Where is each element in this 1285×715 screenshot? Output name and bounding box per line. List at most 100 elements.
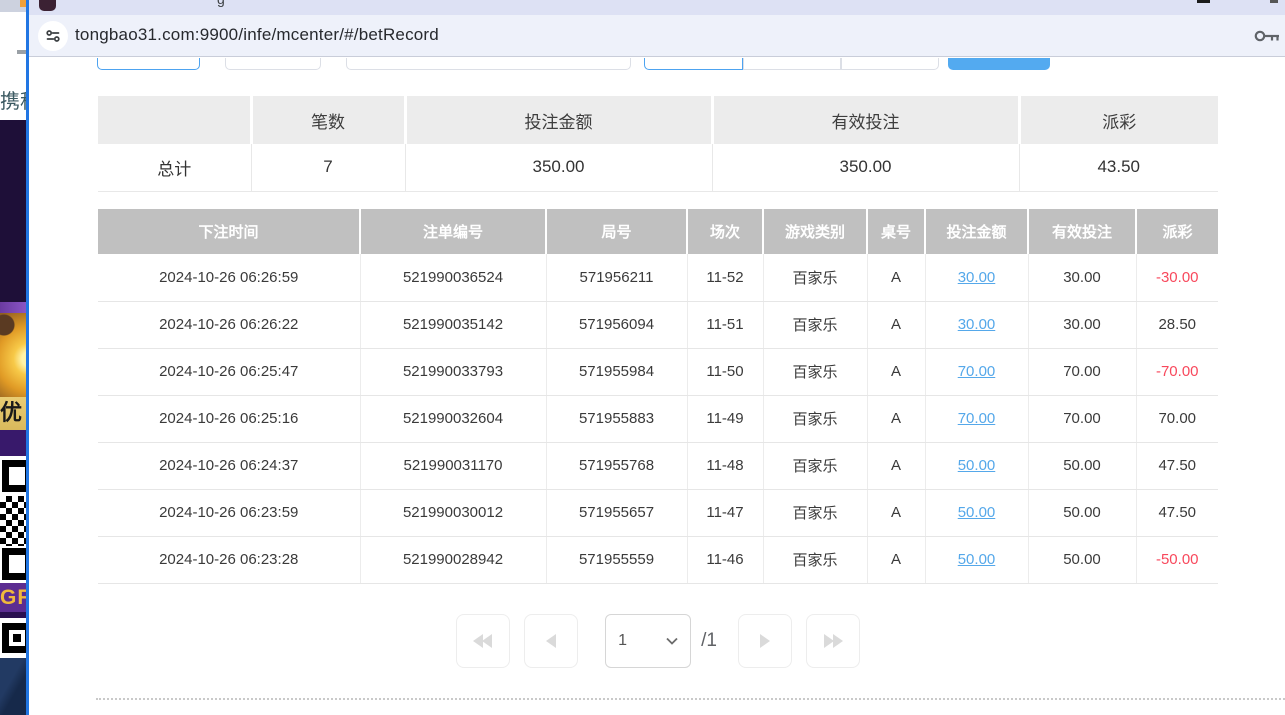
browser-tab-strip[interactable]: g [29, 0, 1285, 15]
page-select[interactable]: 1 [605, 614, 691, 668]
promo-banner: 优 [0, 397, 26, 430]
bet-amount-link[interactable]: 50.00 [958, 504, 996, 521]
summary-table: 笔数 投注金额 有效投注 派彩 总计 7 350.00 350.00 43.50 [98, 96, 1218, 192]
qr-code-image-2 [0, 618, 26, 658]
table-row: 2024-10-26 06:23:28521990028942571955559… [98, 536, 1218, 583]
cell-session: 11-48 [687, 442, 763, 489]
cell-bet-number: 521990030012 [360, 489, 546, 536]
cell-payout: 28.50 [1136, 301, 1218, 348]
last-page-button[interactable] [806, 614, 860, 668]
bg-purple-band [0, 302, 26, 313]
cell-bet-amount: 50.00 [925, 442, 1028, 489]
cell-payout: 47.50 [1136, 442, 1218, 489]
cell-round-number: 571955984 [546, 348, 687, 395]
cell-bet-amount: 50.00 [925, 489, 1028, 536]
bet-record-table: 下注时间 注单编号 局号 场次 游戏类别 桌号 投注金额 有效投注 派彩 202… [98, 209, 1218, 584]
segment-button[interactable] [743, 58, 841, 70]
header-game-type: 游戏类别 [763, 209, 867, 254]
screen: 携程 优 GF g [0, 0, 1285, 715]
cell-valid-bet: 50.00 [1028, 442, 1136, 489]
cell-bet-number: 521990031170 [360, 442, 546, 489]
first-page-button[interactable] [456, 614, 510, 668]
cell-payout: -70.00 [1136, 348, 1218, 395]
summary-bet-amount-value: 350.00 [405, 144, 712, 191]
table-row: 2024-10-26 06:25:47521990033793571955984… [98, 348, 1218, 395]
qr-finder-pattern [2, 460, 26, 492]
bet-amount-link[interactable]: 70.00 [958, 410, 996, 427]
summary-count-value: 7 [251, 144, 405, 191]
tune-icon [45, 28, 61, 44]
bet-table-body: 2024-10-26 06:26:59521990036524571956211… [98, 254, 1218, 583]
date-range-input[interactable] [346, 58, 631, 70]
page-content: 笔数 投注金额 有效投注 派彩 总计 7 350.00 350.00 43.50 [29, 58, 1285, 715]
promo-coin-image [0, 313, 26, 397]
bet-amount-link[interactable]: 50.00 [958, 457, 996, 474]
bet-amount-link[interactable]: 30.00 [958, 316, 996, 333]
cell-session: 11-47 [687, 489, 763, 536]
filter-button[interactable] [225, 58, 321, 70]
summary-header-count: 笔数 [251, 96, 405, 144]
cell-game-type: 百家乐 [763, 348, 867, 395]
table-row: 2024-10-26 06:26:22521990035142571956094… [98, 301, 1218, 348]
header-valid-bet: 有效投注 [1028, 209, 1136, 254]
cell-session: 11-49 [687, 395, 763, 442]
summary-header-payout: 派彩 [1019, 96, 1218, 144]
summary-header-valid-bet: 有效投注 [712, 96, 1019, 144]
bet-amount-link[interactable]: 30.00 [958, 269, 996, 286]
cell-bet-number: 521990033793 [360, 348, 546, 395]
key-icon[interactable] [1253, 25, 1281, 52]
cell-payout: -50.00 [1136, 536, 1218, 583]
cell-bet-amount: 30.00 [925, 301, 1028, 348]
summary-total-row: 总计 7 350.00 350.00 43.50 [98, 144, 1218, 191]
dotted-divider [96, 698, 1285, 700]
url-text[interactable]: tongbao31.com:9900/infe/mcenter/#/betRec… [75, 25, 439, 45]
bet-amount-link[interactable]: 50.00 [958, 551, 996, 568]
cell-payout: -30.00 [1136, 254, 1218, 301]
cell-bet-amount: 70.00 [925, 395, 1028, 442]
pagination: 1 /1 [98, 614, 1218, 668]
cell-game-type: 百家乐 [763, 395, 867, 442]
prev-page-button[interactable] [524, 614, 578, 668]
qr-finder-pattern [2, 548, 26, 580]
right-arrow-icon [754, 630, 776, 652]
segment-button[interactable] [841, 58, 939, 70]
cell-valid-bet: 70.00 [1028, 395, 1136, 442]
site-settings-icon[interactable] [38, 21, 68, 51]
cell-round-number: 571955883 [546, 395, 687, 442]
browser-address-bar[interactable]: tongbao31.com:9900/infe/mcenter/#/betRec… [29, 15, 1285, 57]
header-table-number: 桌号 [867, 209, 925, 254]
cell-table-number: A [867, 254, 925, 301]
table-row: 2024-10-26 06:26:59521990036524571956211… [98, 254, 1218, 301]
bet-amount-link[interactable]: 70.00 [958, 363, 996, 380]
table-row: 2024-10-26 06:23:59521990030012571955657… [98, 489, 1218, 536]
cell-session: 11-51 [687, 301, 763, 348]
filter-button-active[interactable] [97, 58, 200, 70]
cell-bet-time: 2024-10-26 06:26:59 [98, 254, 360, 301]
cell-session: 11-46 [687, 536, 763, 583]
cell-bet-time: 2024-10-26 06:23:28 [98, 536, 360, 583]
maximize-icon[interactable] [1270, 0, 1278, 3]
next-page-button[interactable] [738, 614, 792, 668]
header-payout: 派彩 [1136, 209, 1218, 254]
cell-table-number: A [867, 536, 925, 583]
table-row: 2024-10-26 06:25:16521990032604571955883… [98, 395, 1218, 442]
cell-game-type: 百家乐 [763, 489, 867, 536]
header-session: 场次 [687, 209, 763, 254]
double-right-arrow-icon [820, 630, 846, 652]
cell-table-number: A [867, 489, 925, 536]
minimize-icon[interactable] [1197, 0, 1210, 3]
filter-controls-cutoff [29, 58, 1285, 71]
ctrip-label: 携程 [0, 88, 26, 118]
query-button[interactable] [948, 58, 1050, 70]
qr-code-image [0, 456, 26, 583]
page-total-label: /1 [701, 630, 717, 652]
summary-payout-value: 43.50 [1019, 144, 1218, 191]
summary-header-blank [98, 96, 251, 144]
cell-session: 11-52 [687, 254, 763, 301]
tab-title-fragment: g [217, 0, 225, 7]
cell-game-type: 百家乐 [763, 301, 867, 348]
segment-button-active[interactable] [644, 58, 743, 70]
promo-char: 优 [0, 400, 22, 425]
bg-gray-dash [17, 50, 26, 54]
browser-window: g tongbao31.com:9900/infe/mcenter/#/betR… [26, 0, 1285, 715]
